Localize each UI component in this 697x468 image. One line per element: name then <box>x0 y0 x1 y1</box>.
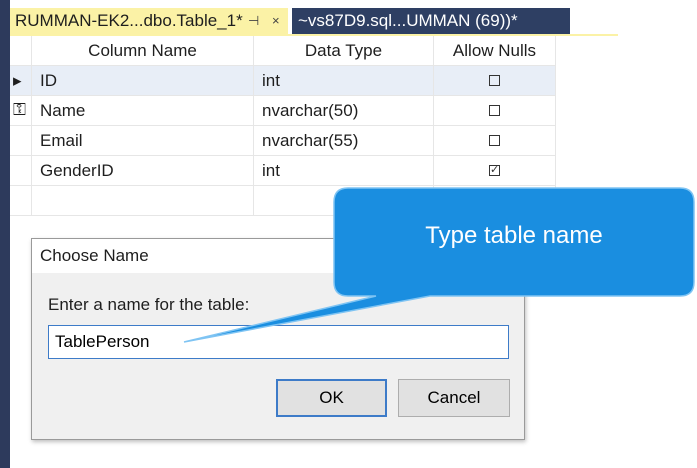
allow-nulls-cell[interactable] <box>434 126 556 155</box>
data-type-cell[interactable] <box>254 186 434 215</box>
primary-key-icon: ▸⚿ <box>10 66 32 119</box>
allow-nulls-cell[interactable] <box>434 96 556 125</box>
ide-left-edge <box>0 0 10 468</box>
cancel-button[interactable]: Cancel <box>398 379 510 417</box>
allow-nulls-cell[interactable] <box>434 66 556 95</box>
table-row[interactable]: GenderID int <box>10 156 556 186</box>
tab-label: ~vs87D9.sql...UMMAN (69))* <box>298 11 518 30</box>
ok-button[interactable]: OK <box>276 379 387 417</box>
tab-label: RUMMAN-EK2...dbo.Table_1* <box>15 11 243 30</box>
column-designer-grid: Column Name Data Type Allow Nulls ▸⚿ ID … <box>10 36 556 218</box>
row-selector[interactable] <box>10 96 32 125</box>
header-allow-nulls: Allow Nulls <box>434 36 556 65</box>
dialog-title: Choose Name <box>40 246 149 265</box>
header-selector <box>10 36 32 65</box>
allow-nulls-checkbox[interactable] <box>489 75 500 87</box>
allow-nulls-checkbox[interactable] <box>489 105 500 117</box>
table-name-prompt: Enter a name for the table: <box>48 295 250 314</box>
column-name-cell[interactable] <box>32 186 254 215</box>
table-row[interactable]: Name nvarchar(50) <box>10 96 556 126</box>
data-type-cell[interactable]: nvarchar(50) <box>254 96 434 125</box>
choose-name-dialog: Choose Name Enter a name for the table: … <box>31 238 525 440</box>
column-name-cell[interactable]: Email <box>32 126 254 155</box>
data-type-cell[interactable]: int <box>254 156 434 185</box>
table-row-empty[interactable] <box>10 186 556 216</box>
column-name-cell[interactable]: ID <box>32 66 254 95</box>
tab-table-designer[interactable]: RUMMAN-EK2...dbo.Table_1* ⊣ × <box>10 8 288 34</box>
pin-icon[interactable]: ⊣ <box>248 8 259 34</box>
allow-nulls-cell[interactable] <box>434 186 556 215</box>
row-selector[interactable] <box>10 186 32 215</box>
row-selector[interactable] <box>10 156 32 185</box>
grid-header-row: Column Name Data Type Allow Nulls <box>10 36 556 66</box>
column-name-cell[interactable]: GenderID <box>32 156 254 185</box>
table-row[interactable]: Email nvarchar(55) <box>10 126 556 156</box>
table-name-input[interactable] <box>48 325 509 359</box>
allow-nulls-cell[interactable] <box>434 156 556 185</box>
allow-nulls-checkbox[interactable] <box>489 161 500 179</box>
data-type-cell[interactable]: int <box>254 66 434 95</box>
callout-text: Type table name <box>425 222 603 249</box>
header-data-type: Data Type <box>254 36 434 65</box>
column-name-cell[interactable]: Name <box>32 96 254 125</box>
close-icon[interactable]: × <box>272 8 280 34</box>
allow-nulls-checkbox[interactable] <box>489 135 500 147</box>
data-type-cell[interactable]: nvarchar(55) <box>254 126 434 155</box>
tab-sql-query[interactable]: ~vs87D9.sql...UMMAN (69))* <box>292 8 570 34</box>
table-row[interactable]: ▸⚿ ID int <box>10 66 556 119</box>
row-selector[interactable] <box>10 126 32 155</box>
header-column-name: Column Name <box>32 36 254 65</box>
